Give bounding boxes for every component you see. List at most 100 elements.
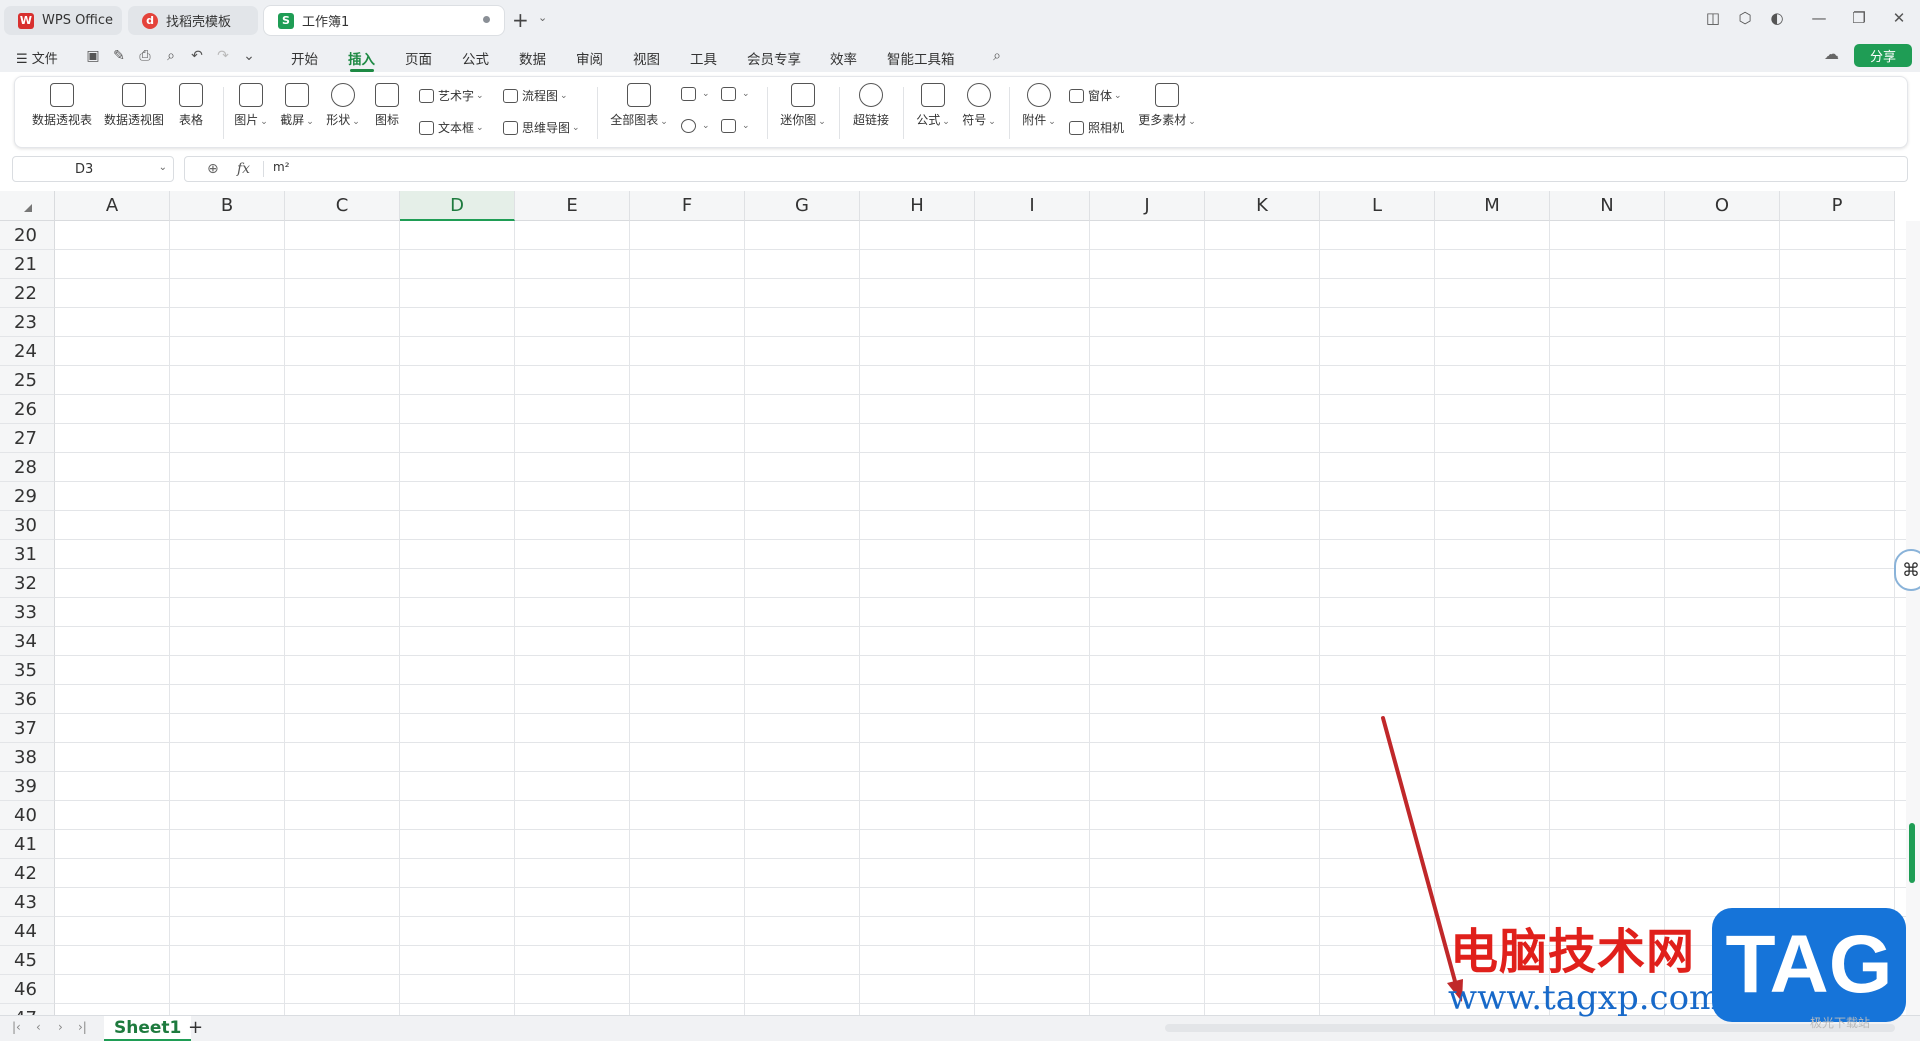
redo-icon[interactable]: ↷ [214, 48, 232, 64]
screenshot-button[interactable]: 截屏 ⌄ [277, 83, 317, 128]
add-sheet-button[interactable]: + [188, 1017, 203, 1038]
column-header-e[interactable]: E [515, 191, 630, 221]
undo-icon[interactable]: ↶ [188, 48, 206, 64]
chevron-down-icon[interactable]: ⌄ [159, 162, 167, 173]
row-header-28[interactable]: 28 [0, 453, 55, 482]
file-menu[interactable]: ☰ 文件 [16, 48, 58, 67]
row-header-37[interactable]: 37 [0, 714, 55, 743]
quick-access-more-icon[interactable]: ⌄ [240, 48, 258, 64]
unsaved-dot-icon[interactable] [483, 16, 490, 23]
form-button[interactable]: 窗体 ⌄ [1069, 87, 1122, 104]
column-header-a[interactable]: A [55, 191, 170, 221]
picture-button[interactable]: 图片 ⌄ [231, 83, 271, 128]
pivot-chart-button[interactable]: 数据透视图 [101, 83, 167, 128]
pivot-table-button[interactable]: 数据透视表 [29, 83, 95, 128]
wordart-button[interactable]: 艺术字 ⌄ [419, 87, 484, 104]
sparkline-button[interactable]: 迷你图 ⌄ [777, 83, 829, 128]
row-header-22[interactable]: 22 [0, 279, 55, 308]
spreadsheet-grid[interactable]: ABCDEFGHIJKLMNOP 20 21 22 23 24 25 26 27 28 29 30 3… [0, 191, 1920, 1015]
cube-icon[interactable]: ⬡ [1734, 9, 1756, 27]
mindmap-button[interactable]: 思维导图 ⌄ [503, 119, 580, 136]
new-tab-plus-icon[interactable]: + [512, 8, 529, 32]
restore-icon[interactable]: ❐ [1848, 9, 1870, 27]
row-header-47[interactable]: 47 [0, 1004, 55, 1015]
row-header-39[interactable]: 39 [0, 772, 55, 801]
all-charts-button[interactable]: 全部图表 ⌄ [609, 83, 669, 128]
column-header-o[interactable]: O [1665, 191, 1780, 221]
name-box[interactable]: D3 ⌄ [12, 156, 174, 182]
menu-member[interactable]: 会员专享 [747, 48, 801, 68]
column-header-b[interactable]: B [170, 191, 285, 221]
line-chart-button[interactable]: ⌄ [721, 87, 750, 101]
chevron-down-icon[interactable]: ⌄ [538, 11, 547, 24]
column-header-m[interactable]: M [1435, 191, 1550, 221]
search-icon[interactable]: ⌕ [988, 48, 1006, 64]
camera-button[interactable]: 照相机 [1069, 119, 1124, 136]
menu-view[interactable]: 视图 [633, 48, 660, 68]
row-header-46[interactable]: 46 [0, 975, 55, 1004]
column-header-l[interactable]: L [1320, 191, 1435, 221]
next-sheet-icon[interactable]: › [58, 1020, 63, 1034]
row-header-35[interactable]: 35 [0, 656, 55, 685]
column-header-f[interactable]: F [630, 191, 745, 221]
column-header-d[interactable]: D [400, 191, 515, 221]
floating-assistant-icon[interactable]: ⌘ [1894, 549, 1920, 591]
row-header-30[interactable]: 30 [0, 511, 55, 540]
first-sheet-icon[interactable]: |‹ [12, 1020, 21, 1034]
menu-data[interactable]: 数据 [519, 48, 546, 68]
row-header-23[interactable]: 23 [0, 308, 55, 337]
vertical-scroll-thumb[interactable] [1909, 823, 1915, 883]
tab-wps-office[interactable]: W WPS Office [4, 6, 122, 35]
horizontal-scrollbar[interactable] [1165, 1024, 1895, 1032]
close-icon[interactable]: ✕ [1888, 9, 1910, 27]
row-header-29[interactable]: 29 [0, 482, 55, 511]
prev-sheet-icon[interactable]: ‹ [36, 1020, 41, 1034]
table-button[interactable]: 表格 [173, 83, 209, 128]
column-header-g[interactable]: G [745, 191, 860, 221]
row-header-33[interactable]: 33 [0, 598, 55, 627]
vertical-scrollbar[interactable] [1906, 221, 1920, 1015]
menu-smart-toolbox[interactable]: 智能工具箱 [887, 48, 955, 68]
row-header-24[interactable]: 24 [0, 337, 55, 366]
row-header-25[interactable]: 25 [0, 366, 55, 395]
column-header-n[interactable]: N [1550, 191, 1665, 221]
shapes-button[interactable]: 形状 ⌄ [323, 83, 363, 128]
row-header-45[interactable]: 45 [0, 946, 55, 975]
menu-review[interactable]: 审阅 [576, 48, 603, 68]
formula-input[interactable]: ⊕ fx m² [184, 156, 1908, 182]
save-icon[interactable]: ▣ [84, 48, 102, 64]
menu-formulas[interactable]: 公式 [462, 48, 489, 68]
share-button[interactable]: 分享 [1854, 44, 1912, 67]
row-header-41[interactable]: 41 [0, 830, 55, 859]
last-sheet-icon[interactable]: ›| [78, 1020, 87, 1034]
tab-docer-templates[interactable]: d 找稻壳模板 [128, 6, 258, 35]
column-header-i[interactable]: I [975, 191, 1090, 221]
print-preview-icon[interactable]: ⌕ [162, 48, 180, 64]
row-header-36[interactable]: 36 [0, 685, 55, 714]
column-header-j[interactable]: J [1090, 191, 1205, 221]
flowchart-button[interactable]: 流程图 ⌄ [503, 87, 568, 104]
tab-workbook1[interactable]: S 工作簿1 [264, 6, 504, 35]
row-header-42[interactable]: 42 [0, 859, 55, 888]
row-header-20[interactable]: 20 [0, 221, 55, 250]
row-header-43[interactable]: 43 [0, 888, 55, 917]
select-all-corner[interactable] [0, 191, 55, 221]
menu-efficiency[interactable]: 效率 [830, 48, 857, 68]
equation-button[interactable]: 公式 ⌄ [913, 83, 953, 128]
cloud-icon[interactable]: ☁ [1824, 45, 1839, 63]
column-header-h[interactable]: H [860, 191, 975, 221]
pie-chart-button[interactable]: ⌄ [681, 119, 710, 133]
textbox-button[interactable]: 文本框 ⌄ [419, 119, 484, 136]
menu-page[interactable]: 页面 [405, 48, 432, 68]
column-header-c[interactable]: C [285, 191, 400, 221]
more-materials-button[interactable]: 更多素材 ⌄ [1137, 83, 1197, 128]
attachment-button[interactable]: 附件 ⌄ [1019, 83, 1059, 128]
symbol-button[interactable]: 符号 ⌄ [959, 83, 999, 128]
menu-home[interactable]: 开始 [291, 48, 318, 68]
scatter-chart-button[interactable]: ⌄ [721, 119, 750, 133]
icons-button[interactable]: 图标 [369, 83, 405, 128]
sheet-tab-sheet1[interactable]: Sheet1 [104, 1016, 192, 1041]
row-header-27[interactable]: 27 [0, 424, 55, 453]
hyperlink-button[interactable]: 超链接 [849, 83, 893, 128]
row-header-21[interactable]: 21 [0, 250, 55, 279]
